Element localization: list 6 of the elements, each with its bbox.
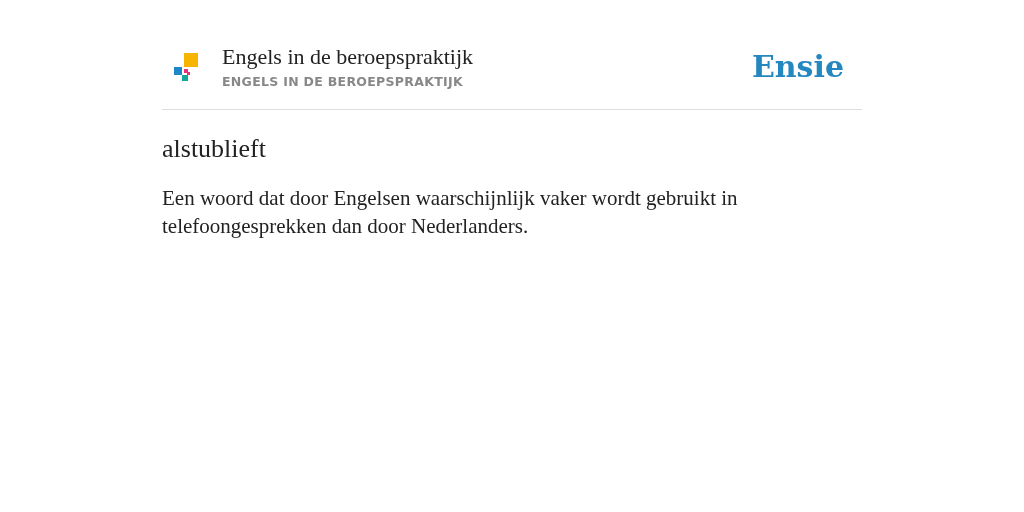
entry-definition: Een woord dat door Engelsen waarschijnlijk vaker wordt gebruikt in telefoongesprekken dan door Nederlanders. — [162, 185, 739, 240]
entry-term: alstublieft — [162, 134, 267, 164]
site-title: Engels in de beroepspraktijk — [222, 44, 475, 70]
logo-icon — [174, 52, 198, 81]
site-subtitle: ENGELS IN DE BEROEPSPRAKTIJK — [222, 74, 464, 89]
brand-logo[interactable]: Ensie — [751, 49, 844, 84]
